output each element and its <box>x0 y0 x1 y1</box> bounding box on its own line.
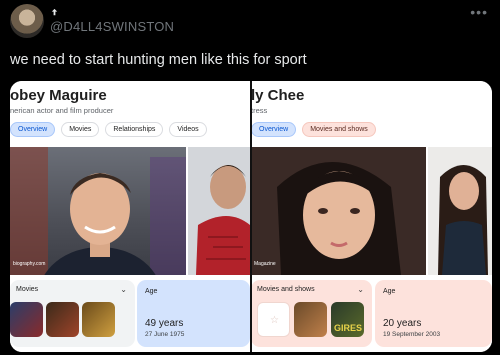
tweet-text: we need to start hunting men like this f… <box>10 52 307 68</box>
left-secondary-photo[interactable] <box>188 147 250 275</box>
panel-divider <box>250 81 252 352</box>
right-secondary-photo[interactable] <box>428 147 492 275</box>
movie-thumb-3[interactable] <box>82 302 115 337</box>
portrait-illustration <box>428 147 492 275</box>
verified-badge-icon <box>51 8 58 16</box>
right-main-photo[interactable]: Magazine <box>251 147 426 275</box>
left-movies-label: Movies <box>16 286 39 293</box>
movie-thumb-1[interactable] <box>10 302 43 337</box>
movie-thumb-2[interactable]: GIRES <box>331 302 364 337</box>
left-age-label: Age <box>145 288 158 295</box>
right-birth-date: 19 September 2003 <box>383 331 441 338</box>
right-age-card: Age 20 years 19 September 2003 <box>375 280 492 347</box>
tab-videos[interactable]: Videos <box>169 122 207 137</box>
right-movies-card[interactable]: Movies and shows ⌄ ☆ GIRES <box>251 280 372 347</box>
left-panel-title: obey Maguire <box>10 87 107 104</box>
profile-avatar-icon[interactable] <box>10 4 44 38</box>
left-knowledge-panel: obey Maguire nerican actor and film prod… <box>10 81 250 352</box>
right-age-label: Age <box>383 288 396 295</box>
tab-overview[interactable]: Overview <box>251 122 297 137</box>
more-options-icon[interactable]: ••• <box>470 4 488 20</box>
chevron-down-icon[interactable]: ⌄ <box>357 285 364 294</box>
portrait-illustration <box>10 147 186 275</box>
right-panel-subtitle: tress <box>251 106 268 115</box>
right-knowledge-panel: ly Chee tress Overview Movies and shows … <box>251 81 492 352</box>
user-handle[interactable]: @D4LL4SWINSTON <box>50 19 174 34</box>
star-icon: ☆ <box>270 315 279 326</box>
chevron-down-icon[interactable]: ⌄ <box>120 285 127 294</box>
right-movies-label: Movies and shows <box>257 286 315 293</box>
movie-thumb-2[interactable] <box>46 302 79 337</box>
left-movies-card[interactable]: Movies ⌄ <box>10 280 135 347</box>
left-age-card: Age 49 years 27 June 1975 <box>137 280 250 347</box>
left-photo-credit: biography.com <box>13 261 46 267</box>
left-main-photo[interactable]: biography.com <box>10 147 186 275</box>
right-age-value: 20 years <box>383 318 422 329</box>
left-birth-date: 27 June 1975 <box>145 331 185 338</box>
right-panel-title: ly Chee <box>251 87 305 104</box>
tab-movies[interactable]: Movies <box>61 122 100 137</box>
movie-thumb-1[interactable] <box>294 302 327 337</box>
thumb-title: GIRES <box>334 323 363 333</box>
spiderman-illustration <box>188 147 250 275</box>
left-age-value: 49 years <box>145 318 184 329</box>
tweet-media-image[interactable]: obey Maguire nerican actor and film prod… <box>10 81 492 352</box>
left-panel-subtitle: nerican actor and film producer <box>10 106 114 115</box>
left-panel-tabs: Overview Movies Relationships Videos <box>10 122 207 137</box>
right-panel-tabs: Overview Movies and shows <box>251 122 376 137</box>
right-photo-credit: Magazine <box>254 261 276 267</box>
tab-overview[interactable]: Overview <box>10 122 56 137</box>
movie-thumb-placeholder: ☆ <box>257 302 290 337</box>
tab-movies-and-shows[interactable]: Movies and shows <box>302 122 376 137</box>
portrait-illustration <box>251 147 426 275</box>
tab-relationships[interactable]: Relationships <box>105 122 164 137</box>
